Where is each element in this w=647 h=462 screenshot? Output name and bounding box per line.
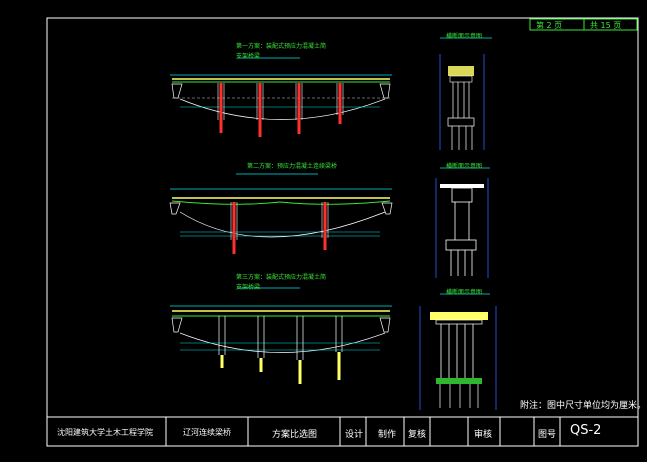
section2-drawing — [435, 167, 490, 278]
scheme2-title: 第二方案：预应力混凝土连续梁桥 — [247, 163, 338, 170]
titleblock-sheet-number: QS-2 — [570, 423, 602, 438]
titleblock-design: 设计 — [345, 430, 364, 440]
titleblock-project: 辽河连续梁桥 — [183, 428, 231, 437]
page-total: 共 15 页 — [590, 21, 622, 30]
titleblock-school: 沈阳建筑大学土木工程学院 — [57, 428, 153, 437]
section1-title: 横断面示意图 — [446, 33, 483, 40]
drawing-svg — [46, 17, 639, 447]
titleblock-check: 复核 — [408, 430, 427, 440]
section3-title: 横断面示意图 — [446, 289, 483, 296]
titleblock-review: 审核 — [474, 430, 493, 440]
page-number: 第 2 页 — [536, 21, 563, 30]
scheme1-subtitle: 支架桥梁 — [236, 53, 261, 60]
scheme3-title: 第三方案：装配式预应力混凝土简 — [236, 274, 327, 281]
titleblock-drawing: 方案比选图 — [272, 430, 318, 440]
scheme3-subtitle: 支架桥梁 — [236, 284, 261, 291]
scheme1-elevation — [170, 57, 392, 137]
section1-drawing — [439, 37, 492, 150]
section2-title: 横断面示意图 — [446, 163, 483, 170]
section3-drawing — [419, 293, 497, 410]
scheme2-elevation — [169, 173, 393, 254]
drawing-canvas: 第 2 页 共 15 页 第一方案：装配式预应力混凝土简 支架桥梁 第二方案：预… — [0, 0, 647, 462]
titleblock-drawn: 制作 — [378, 430, 397, 440]
scheme1-title: 第一方案：装配式预应力混凝土简 — [236, 43, 327, 50]
titleblock-sheet-label: 图号 — [538, 430, 557, 440]
scheme3-elevation — [170, 287, 392, 384]
drawing-note: 附注：图中尺寸单位均为厘米。 — [520, 401, 647, 411]
